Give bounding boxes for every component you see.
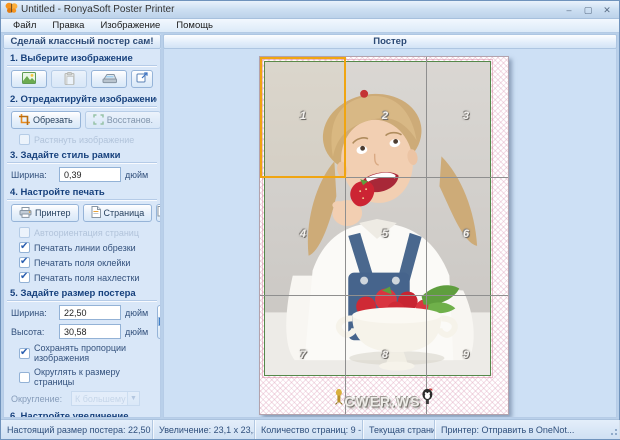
auto-orientation-checkbox[interactable] [19, 227, 30, 238]
page-options-button[interactable] [156, 204, 160, 222]
crop-button[interactable]: Обрезать [11, 111, 81, 129]
status-printer-text: Принтер: Отправить в OneNot... [441, 424, 575, 435]
title-bar: Untitled - RonyaSoft Poster Printer – ▢ … [1, 1, 619, 19]
sidebar-header: Сделай классный постер сам! [3, 34, 161, 49]
poster-panel: Постер 1 2 3 4 5 6 7 8 9 CWER.WS [163, 34, 617, 418]
status-poster-size: Настоящий размер постера: 22,50 x 30,58 … [1, 420, 153, 439]
poster-width-unit: дюйм [125, 307, 149, 318]
section6-title: 6. Настройте увеличение [7, 408, 157, 417]
status-zoom: Увеличение: 23,1 x 23,1 [153, 420, 255, 439]
size-link-button[interactable] [157, 305, 160, 339]
watermark: CWER.WS [334, 388, 434, 410]
printer-icon [19, 206, 32, 220]
chevron-down-icon: ▼ [127, 392, 139, 405]
paste-image-button[interactable] [51, 70, 87, 88]
status-bar: Настоящий размер постера: 22,50 x 30,58 … [1, 419, 619, 439]
print-glue-margins-checkbox[interactable] [19, 256, 30, 268]
close-button[interactable]: ✕ [601, 4, 613, 16]
menu-image[interactable]: Изображение [92, 19, 168, 32]
poster-page[interactable]: 1 2 3 4 5 6 7 8 9 CWER.WS [259, 56, 509, 415]
watermark-mascot-right-icon [422, 388, 434, 410]
stretch-image-label: Растянуть изображение [34, 134, 135, 145]
restore-button-label: Восстанов. [106, 115, 154, 125]
page-number-7[interactable]: 7 [300, 349, 306, 361]
picture-icon [22, 72, 36, 86]
page-number-3[interactable]: 3 [463, 110, 469, 122]
scan-image-button[interactable] [91, 70, 127, 88]
poster-height-label: Высота: [11, 326, 45, 337]
watermark-mascot-left-icon [334, 388, 343, 410]
page-number-8[interactable]: 8 [382, 349, 388, 361]
rounding-label: Округление: [11, 393, 63, 404]
window-title: Untitled - RonyaSoft Poster Printer [21, 4, 175, 15]
page-icon [91, 206, 101, 220]
round-to-page-label: Округлять к размеру страницы [34, 367, 120, 387]
poster-width-input[interactable] [59, 305, 121, 320]
section4-title: 4. Настройте печать [7, 184, 157, 200]
grid-line-vertical-2 [426, 57, 427, 414]
page-number-9[interactable]: 9 [463, 349, 469, 361]
resize-grip[interactable] [609, 429, 617, 437]
scanner-icon [102, 73, 117, 86]
section1-title: 1. Выберите изображение [7, 50, 157, 66]
stretch-image-checkbox[interactable] [19, 134, 30, 145]
app-butterfly-icon [5, 1, 18, 19]
auto-orientation-label: Автоориентация страниц [34, 227, 139, 238]
paste-icon [64, 71, 75, 87]
sidebar: Сделай классный постер сам! 1. Выберите … [3, 34, 161, 418]
menu-bar: Файл Правка Изображение Помощь [1, 19, 619, 33]
poster-height-unit: дюйм [125, 326, 149, 337]
frame-width-input[interactable] [59, 167, 121, 182]
import-window-icon [136, 72, 148, 86]
status-current-page: Текущая страница: 1 [363, 420, 435, 439]
page-number-5[interactable]: 5 [382, 228, 388, 240]
poster-width-label: Ширина: [11, 307, 47, 318]
rounding-value: К большему [75, 393, 126, 404]
rounding-dropdown[interactable]: К большему ▼ [71, 391, 140, 406]
keep-proportions-label: Сохранять пропорции изображения [34, 343, 127, 363]
status-page-count: Количество страниц: 9 - A4 [255, 420, 363, 439]
keep-proportions-checkbox[interactable] [19, 347, 30, 359]
print-overlap-margins-label: Печатать поля нахлестки [34, 272, 140, 283]
page-number-1[interactable]: 1 [300, 110, 306, 122]
menu-file[interactable]: Файл [5, 19, 44, 32]
acquire-external-button[interactable] [131, 70, 153, 88]
page-number-4[interactable]: 4 [300, 228, 306, 240]
section3-title: 3. Задайте стиль рамки [7, 147, 157, 163]
print-glue-margins-label: Печатать поля оклейки [34, 257, 131, 268]
app-window: Untitled - RonyaSoft Poster Printer – ▢ … [0, 0, 620, 440]
page-add-icon [157, 206, 160, 220]
crop-button-label: Обрезать [33, 115, 73, 125]
section2-title: 2. Отредактируйте изображение [7, 91, 157, 107]
maximize-button[interactable]: ▢ [582, 4, 594, 16]
round-to-page-checkbox[interactable] [19, 371, 30, 383]
frame-width-unit: дюйм [125, 169, 149, 180]
print-cut-lines-label: Печатать линии обрезки [34, 242, 136, 253]
crop-icon [19, 113, 30, 127]
printer-setup-button[interactable]: Принтер [11, 204, 79, 222]
page-setup-button[interactable]: Страница [82, 204, 153, 222]
open-image-button[interactable] [11, 70, 47, 88]
poster-canvas[interactable]: 1 2 3 4 5 6 7 8 9 CWER.WS [163, 49, 617, 418]
restore-icon [92, 113, 104, 127]
blue-arrow-icon [158, 313, 160, 331]
minimize-button[interactable]: – [563, 4, 575, 16]
menu-edit[interactable]: Правка [44, 19, 92, 32]
menu-help[interactable]: Помощь [168, 19, 221, 32]
print-cut-lines-checkbox[interactable] [19, 241, 30, 253]
printer-button-label: Принтер [35, 208, 71, 218]
poster-header: Постер [163, 34, 617, 49]
frame-width-label: Ширина: [11, 169, 47, 180]
page-number-6[interactable]: 6 [463, 228, 469, 240]
status-printer: Принтер: Отправить в OneNot... [435, 420, 619, 439]
grid-line-horizontal-2 [260, 295, 508, 296]
section5-title: 5. Задайте размер постера [7, 285, 157, 301]
print-overlap-margins-checkbox[interactable] [19, 271, 30, 283]
page-number-2[interactable]: 2 [382, 110, 388, 122]
restore-button[interactable]: Восстанов. [84, 111, 160, 129]
poster-height-input[interactable] [59, 324, 121, 339]
watermark-text: CWER.WS [344, 393, 421, 410]
page-button-label: Страница [103, 208, 145, 218]
